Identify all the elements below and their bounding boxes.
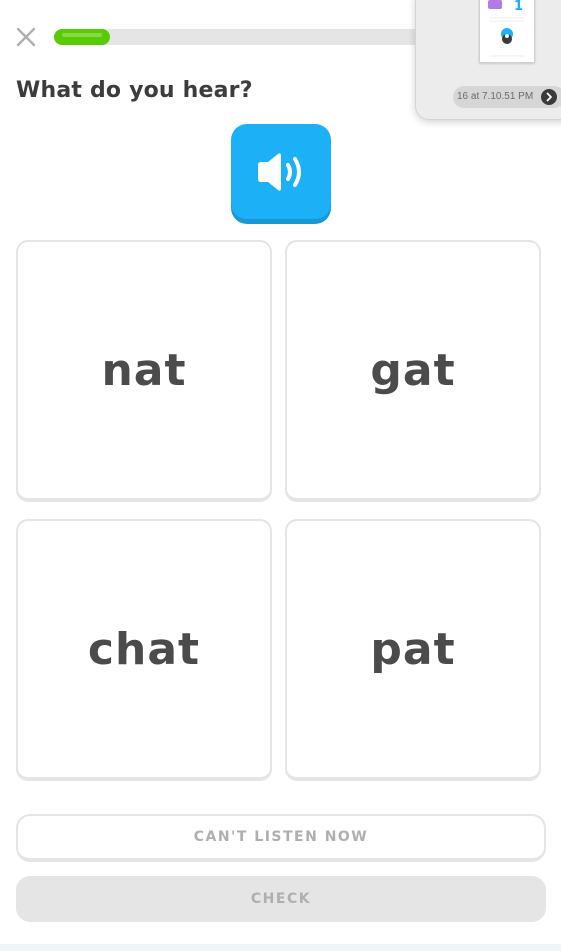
prompt-heading: What do you hear? — [16, 78, 253, 103]
thumbnail-image: 1 — [488, 0, 524, 57]
play-audio-button[interactable] — [231, 124, 331, 219]
thumbnail-open-button[interactable] — [541, 89, 557, 105]
speaker-icon — [258, 153, 301, 191]
option-word: gat — [370, 344, 456, 396]
check-button[interactable]: CHECK — [16, 876, 546, 922]
progress-bar — [54, 29, 454, 45]
bottom-divider — [0, 944, 561, 951]
lesson-page: What do you hear? nat gat chat pat CAN'T… — [0, 0, 561, 951]
option-card[interactable]: nat — [16, 240, 272, 502]
option-card[interactable]: gat — [285, 240, 541, 502]
option-word: nat — [101, 344, 187, 396]
close-button[interactable] — [13, 24, 39, 50]
screenshot-thumbnail[interactable]: 1 16 at 7.10.51 PM — [415, 0, 561, 120]
chevron-right-icon — [546, 92, 552, 102]
close-icon — [16, 27, 36, 47]
option-word: chat — [87, 623, 201, 675]
cant-listen-button[interactable]: CAN'T LISTEN NOW — [16, 814, 546, 862]
thumbnail-badge-number: 1 — [514, 0, 523, 14]
option-card[interactable]: chat — [16, 519, 272, 781]
option-word: pat — [370, 623, 456, 675]
progress-fill — [54, 29, 110, 45]
option-card[interactable]: pat — [285, 519, 541, 781]
thumbnail-preview: 1 — [479, 0, 535, 63]
